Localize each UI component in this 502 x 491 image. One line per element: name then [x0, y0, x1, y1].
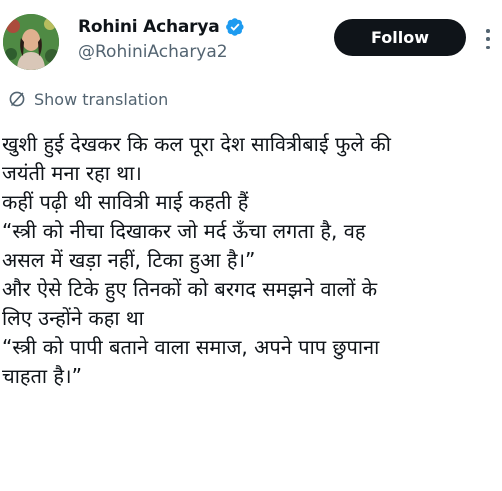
tweet-text-line: चाहता है।” — [2, 364, 82, 388]
dot — [486, 45, 490, 49]
verified-badge-icon — [225, 18, 244, 36]
dot — [486, 37, 490, 41]
translate-icon — [9, 91, 25, 107]
tweet-text-line: “स्त्री को नीचा दिखाकर जो मर्द ऊँचा लगता… — [2, 219, 366, 243]
tweet-text-line: खुशी हुई देखकर कि कल पूरा देश सावित्रीबा… — [2, 132, 391, 156]
tweet-text-line: कहीं पढ़ी थी सावित्री माई कहती हैं — [2, 190, 249, 214]
author-handle[interactable]: @RohiniAcharya2 — [78, 42, 228, 62]
profile-photo-icon — [3, 14, 59, 70]
tweet-text-line: लिए उन्होंने कहा था — [2, 306, 144, 330]
tweet-text-line: जयंती मना रहा था। — [2, 161, 142, 185]
tweet-text-line: असल में खड़ा नहीं, टिका हुआ है।” — [2, 248, 256, 272]
more-vertical-icon[interactable] — [480, 27, 496, 51]
tweet-header: Rohini Acharya @RohiniAcharya2 Follow — [0, 0, 502, 80]
tweet-text-line: और ऐसे टिके हुए तिनकों को बरगद समझने वाल… — [2, 277, 378, 301]
tweet-text-line: “स्त्री को पापी बताने वाला समाज, अपने पा… — [2, 335, 380, 359]
show-translation-label[interactable]: Show translation — [34, 90, 168, 109]
author-display-name[interactable]: Rohini Acharya — [78, 17, 220, 37]
tweet-text: खुशी हुई देखकर कि कल पूरा देश सावित्रीबा… — [2, 130, 500, 391]
author-name-row[interactable]: Rohini Acharya — [78, 14, 245, 40]
follow-button[interactable]: Follow — [334, 19, 466, 56]
show-translation-link[interactable]: Show translation — [8, 88, 168, 110]
dot — [486, 29, 490, 33]
avatar[interactable] — [3, 14, 59, 70]
